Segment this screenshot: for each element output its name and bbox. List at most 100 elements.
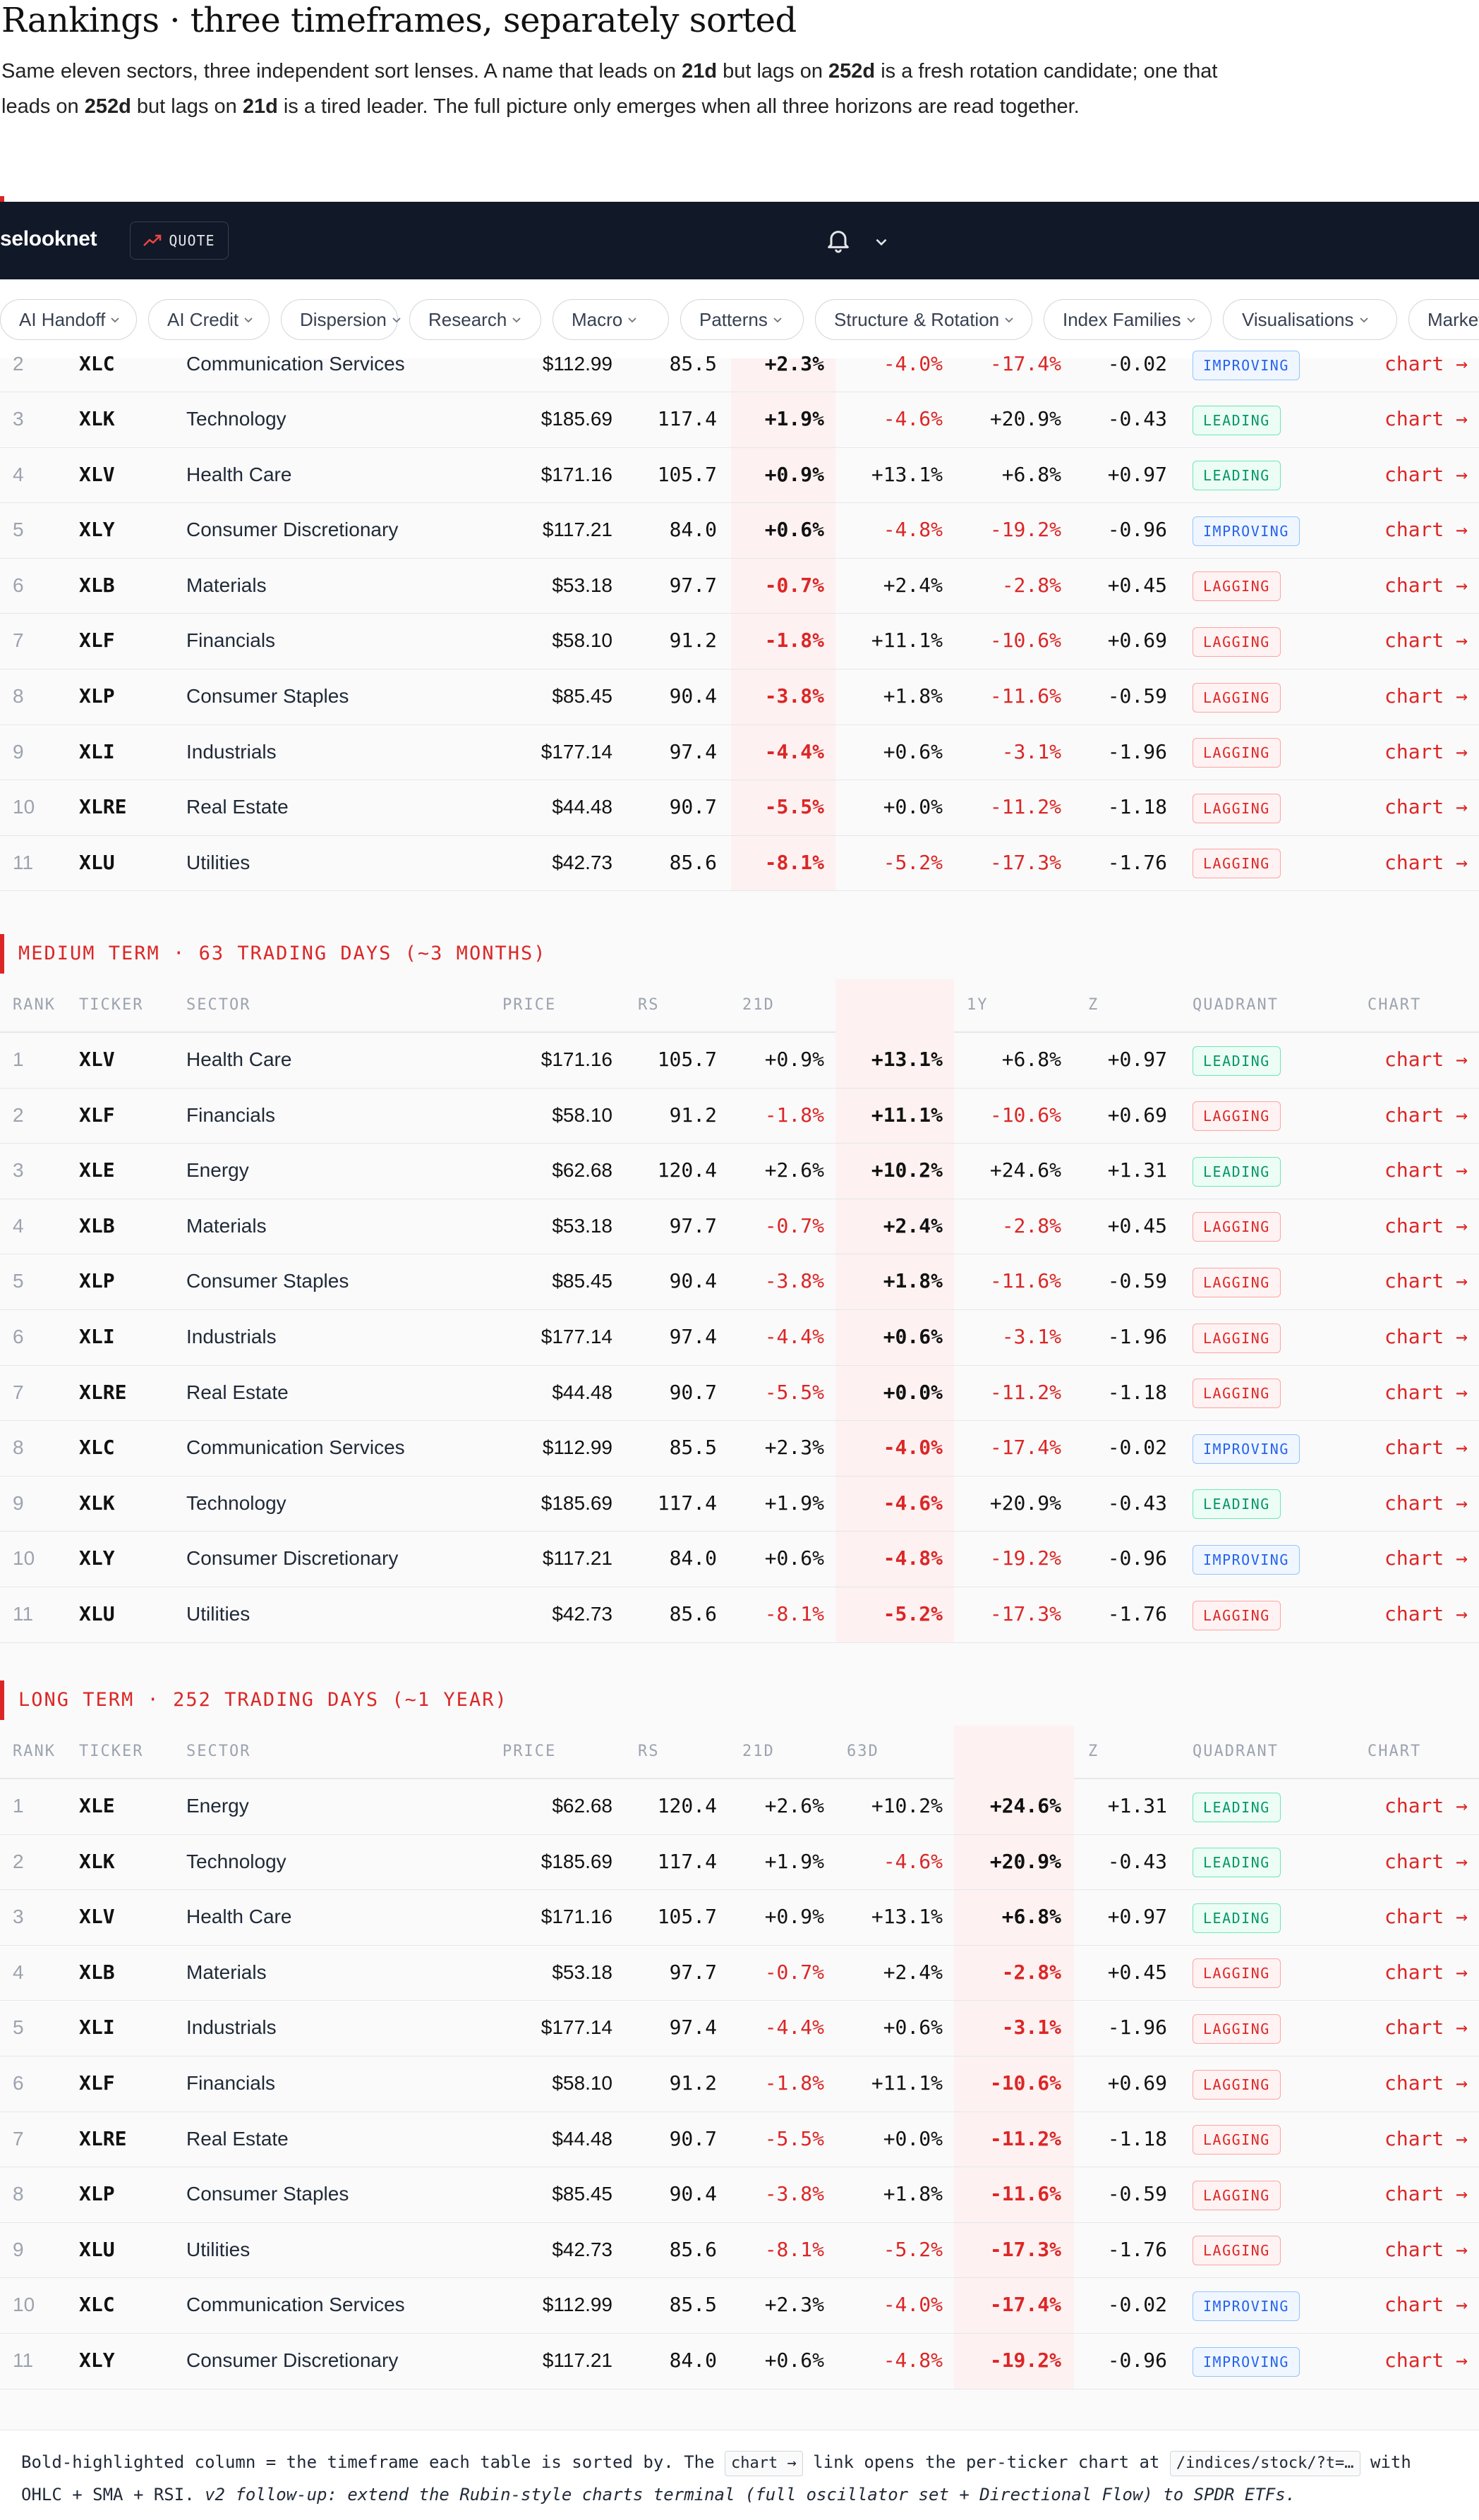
cell-rs: 97.4: [669, 2016, 717, 2040]
chart-link[interactable]: chart →: [1384, 1890, 1468, 1944]
column-header-ticker[interactable]: TICKER: [79, 996, 143, 1014]
chart-link[interactable]: chart →: [1384, 2112, 1468, 2166]
column-header-quadrant[interactable]: QUADRANT: [1193, 1743, 1279, 1760]
column-header-sector[interactable]: SECTOR: [186, 996, 250, 1014]
chart-link[interactable]: chart →: [1384, 1946, 1468, 1999]
chart-link[interactable]: chart →: [1384, 1199, 1468, 1253]
chart-link[interactable]: chart →: [1384, 448, 1468, 502]
bell-icon[interactable]: [824, 227, 852, 255]
cell-z: -0.43: [1107, 1849, 1167, 1873]
column-header-rs[interactable]: RS: [638, 996, 660, 1014]
cell-rank: 6: [13, 2071, 24, 2094]
table-row: 3 XLV Health Care $171.16 105.7 +0.9% +13.1% +6…: [0, 1890, 1479, 1946]
column-header-chart[interactable]: CHART: [1368, 996, 1421, 1014]
column-header-z[interactable]: Z: [1088, 1743, 1099, 1760]
cell-sector: Materials: [186, 574, 267, 596]
chart-link[interactable]: chart →: [1384, 1366, 1468, 1419]
chart-link[interactable]: chart →: [1384, 1144, 1468, 1197]
column-header-y1[interactable]: 1Y: [967, 996, 989, 1014]
brand-logo[interactable]: selooknet: [0, 227, 97, 251]
column-header-d21[interactable]: 21D: [742, 996, 775, 1014]
nav-pill-dispersion[interactable]: Dispersion: [281, 299, 401, 340]
cell-d63: +13.1%: [871, 462, 943, 486]
chevron-down-icon: [628, 317, 636, 323]
chart-link[interactable]: chart →: [1384, 1310, 1468, 1364]
column-header-sector[interactable]: SECTOR: [186, 1743, 250, 1760]
nav-pill-research[interactable]: Research: [409, 299, 541, 340]
nav-pill-patterns[interactable]: Patterns: [680, 299, 804, 340]
quadrant-cell: IMPROVING: [1193, 2334, 1300, 2387]
cell-price: $44.48: [552, 796, 612, 818]
quadrant-badge: LAGGING: [1193, 2180, 1281, 2210]
cell-d63: +2.4%: [883, 573, 943, 597]
quadrant-cell: LAGGING: [1193, 1366, 1281, 1419]
column-header-price[interactable]: PRICE: [502, 996, 556, 1014]
nav-pill-label: Patterns: [699, 308, 768, 330]
cell-ticker: XLK: [79, 1491, 115, 1515]
chart-link[interactable]: chart →: [1384, 2056, 1468, 2110]
cell-sector: Materials: [186, 1214, 267, 1237]
table-row: 8 XLP Consumer Staples $85.45 90.4 -3.8% +1.8%…: [0, 2167, 1479, 2223]
nav-pill-label: AI Handoff: [19, 308, 106, 330]
quadrant-cell: IMPROVING: [1193, 1532, 1300, 1585]
chart-link[interactable]: chart →: [1384, 614, 1468, 667]
nav-pill-structure-rotation[interactable]: Structure & Rotation: [815, 299, 1032, 340]
nav-pill-ai-handoff[interactable]: AI Handoff: [0, 299, 137, 340]
column-header-z[interactable]: Z: [1088, 996, 1099, 1014]
chart-link[interactable]: chart →: [1384, 1779, 1468, 1833]
chart-link[interactable]: chart →: [1384, 2278, 1468, 2332]
column-header-chart[interactable]: CHART: [1368, 1743, 1421, 1760]
chart-link[interactable]: chart →: [1384, 2167, 1468, 2221]
column-header-rank[interactable]: RANK: [13, 996, 56, 1014]
quote-button[interactable]: QUOTE: [130, 222, 229, 260]
cell-y1: +20.9%: [989, 1491, 1061, 1515]
column-header-ticker[interactable]: TICKER: [79, 1743, 143, 1760]
cell-sector: Consumer Discretionary: [186, 519, 399, 541]
chart-link[interactable]: chart →: [1384, 2001, 1468, 2054]
chevron-down-icon[interactable]: [872, 233, 891, 251]
nav-pill-ai-credit[interactable]: AI Credit: [148, 299, 270, 340]
cell-d21: -3.8%: [764, 1269, 824, 1293]
chart-link[interactable]: chart →: [1384, 1033, 1468, 1086]
chart-link[interactable]: chart →: [1384, 2223, 1468, 2277]
chart-link[interactable]: chart →: [1384, 1254, 1468, 1308]
column-header-rs[interactable]: RS: [638, 1743, 660, 1760]
cell-d63: +13.1%: [871, 1905, 943, 1929]
quadrant-badge: LAGGING: [1193, 2069, 1281, 2100]
chart-link[interactable]: chart →: [1384, 337, 1468, 391]
nav-pill-index-families[interactable]: Index Families: [1044, 299, 1212, 340]
chart-link[interactable]: chart →: [1384, 1421, 1468, 1474]
cell-ticker: XLE: [79, 1158, 115, 1182]
nav-pill-macro[interactable]: Macro: [553, 299, 669, 340]
cell-ticker: XLK: [79, 1849, 115, 1873]
cell-y1: -19.2%: [989, 2348, 1061, 2372]
quadrant-badge: LAGGING: [1193, 849, 1281, 879]
cell-ticker: XLP: [79, 2182, 115, 2206]
chart-link[interactable]: chart →: [1384, 1587, 1468, 1641]
cell-d21: +0.9%: [764, 462, 824, 486]
chart-link[interactable]: chart →: [1384, 780, 1468, 834]
column-header-d63[interactable]: 63D: [847, 1743, 879, 1760]
nav-pill-market[interactable]: Market: [1408, 299, 1479, 340]
chart-link[interactable]: chart →: [1384, 670, 1468, 723]
chart-link[interactable]: chart →: [1384, 392, 1468, 446]
chevron-down-icon: [512, 317, 521, 323]
chart-link[interactable]: chart →: [1384, 2334, 1468, 2387]
chart-link[interactable]: chart →: [1384, 836, 1468, 890]
cell-y1: -11.2%: [989, 1380, 1061, 1404]
chart-link[interactable]: chart →: [1384, 1089, 1468, 1142]
chart-link[interactable]: chart →: [1384, 1477, 1468, 1530]
column-header-price[interactable]: PRICE: [502, 1743, 556, 1760]
chart-link[interactable]: chart →: [1384, 1835, 1468, 1889]
column-header-d21[interactable]: 21D: [742, 1743, 775, 1760]
column-header-rank[interactable]: RANK: [13, 1743, 56, 1760]
cell-y1: -11.2%: [989, 795, 1061, 819]
cell-sector: Financials: [186, 629, 276, 652]
chart-link[interactable]: chart →: [1384, 1532, 1468, 1585]
cell-price: $42.73: [552, 2238, 612, 2260]
nav-pill-visualisations[interactable]: Visualisations: [1223, 299, 1397, 340]
chart-link[interactable]: chart →: [1384, 503, 1468, 557]
column-header-quadrant[interactable]: QUADRANT: [1193, 996, 1279, 1014]
chart-link[interactable]: chart →: [1384, 725, 1468, 779]
chart-link[interactable]: chart →: [1384, 559, 1468, 612]
